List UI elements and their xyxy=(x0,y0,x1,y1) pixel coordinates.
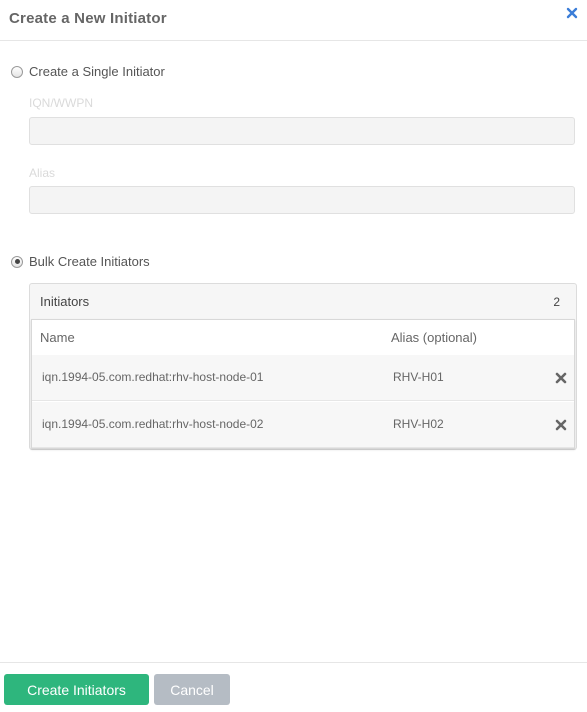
iqn-label: IQN/WWPN xyxy=(29,96,93,110)
bulk-initiators-radio[interactable] xyxy=(11,255,23,268)
table-row: iqn.1994-05.com.redhat:rhv-host-node-02 … xyxy=(32,402,574,448)
initiators-panel: Initiators 2 Name Alias (optional) iqn.1… xyxy=(29,283,577,450)
cancel-button[interactable]: Cancel xyxy=(154,674,230,705)
table-row: iqn.1994-05.com.redhat:rhv-host-node-01 … xyxy=(32,355,574,401)
dialog-header: Create a New Initiator xyxy=(0,0,587,41)
alias-input[interactable] xyxy=(29,186,575,214)
initiator-name: iqn.1994-05.com.redhat:rhv-host-node-02 xyxy=(42,417,264,431)
iqn-input[interactable] xyxy=(29,117,575,145)
close-icon[interactable] xyxy=(565,6,579,20)
create-initiators-button[interactable]: Create Initiators xyxy=(4,674,149,705)
name-column-header: Name xyxy=(40,330,75,345)
initiators-table: Name Alias (optional) iqn.1994-05.com.re… xyxy=(31,319,575,449)
alias-column-header: Alias (optional) xyxy=(391,330,477,345)
initiators-panel-title: Initiators xyxy=(40,294,90,309)
remove-icon[interactable] xyxy=(555,372,567,384)
alias-label: Alias xyxy=(29,166,56,180)
single-initiator-label: Create a Single Initiator xyxy=(29,64,165,79)
table-header: Name Alias (optional) xyxy=(32,320,574,356)
dialog-title: Create a New Initiator xyxy=(9,10,167,27)
single-initiator-option[interactable]: Create a Single Initiator xyxy=(11,64,165,79)
initiators-count: 2 xyxy=(553,295,560,309)
create-initiator-dialog: Create a New Initiator Create a Single I… xyxy=(0,0,587,711)
bulk-initiators-label: Bulk Create Initiators xyxy=(29,254,150,269)
single-initiator-radio[interactable] xyxy=(11,65,23,78)
initiator-name: iqn.1994-05.com.redhat:rhv-host-node-01 xyxy=(42,370,264,384)
bulk-initiators-option[interactable]: Bulk Create Initiators xyxy=(11,254,150,269)
dialog-footer: Create Initiators Cancel xyxy=(0,662,587,712)
remove-icon[interactable] xyxy=(555,419,567,431)
initiator-alias: RHV-H02 xyxy=(393,417,444,431)
initiator-alias: RHV-H01 xyxy=(393,370,444,384)
